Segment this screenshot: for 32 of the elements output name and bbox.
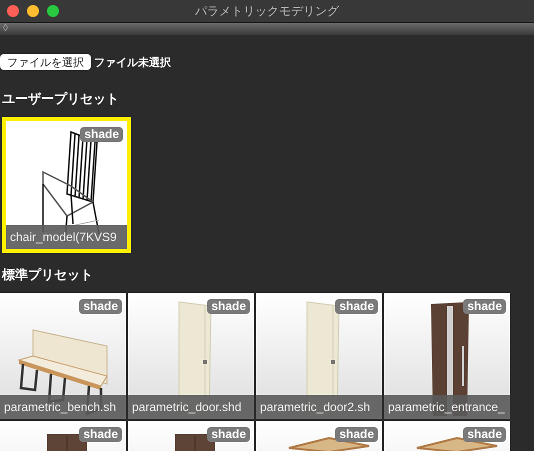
file-status: ファイル未選択 xyxy=(94,56,171,70)
shade-badge: shade xyxy=(335,427,378,442)
shade-badge: shade xyxy=(335,299,378,314)
preset-name: parametric_door.shd xyxy=(132,400,242,414)
diamond-icon[interactable]: ◊ xyxy=(3,24,8,34)
preset-tile[interactable]: shade xyxy=(256,421,382,451)
preset-tile[interactable]: shade parametric_entrance_ xyxy=(384,293,510,419)
shade-badge: shade xyxy=(207,427,250,442)
choose-file-button[interactable]: ファイルを選択 xyxy=(0,54,91,70)
section-heading: 標準プリセット xyxy=(2,266,94,284)
preset-tile[interactable]: shade parametric_door2.sh xyxy=(256,293,382,419)
shade-badge: shade xyxy=(79,299,122,314)
preset-tile[interactable]: shade parametric_door.shd xyxy=(128,293,254,419)
zoom-icon[interactable] xyxy=(47,5,59,17)
shade-badge: shade xyxy=(79,427,122,442)
preset-tile[interactable]: shade xyxy=(384,421,510,451)
shade-badge: shade xyxy=(207,299,250,314)
preset-tile[interactable]: shade xyxy=(0,421,126,451)
preset-tile[interactable]: shade xyxy=(128,421,254,451)
preset-tile[interactable]: shade parametric_bench.sh xyxy=(0,293,126,419)
preset-tile[interactable]: shade chair_model(7KVS9 xyxy=(2,117,131,253)
shade-badge: shade xyxy=(463,427,506,442)
shade-badge: shade xyxy=(80,127,123,142)
preset-name: parametric_entrance_ xyxy=(388,400,505,414)
preset-name: parametric_bench.sh xyxy=(4,400,116,414)
shade-badge: shade xyxy=(463,299,506,314)
section-heading: ユーザープリセット xyxy=(2,90,120,108)
minimize-icon[interactable] xyxy=(27,5,39,17)
window-title: パラメトリックモデリング xyxy=(195,2,339,20)
close-icon[interactable] xyxy=(7,5,19,17)
preset-name: chair_model(7KVS9 xyxy=(10,230,117,244)
preset-name: parametric_door2.sh xyxy=(260,400,370,414)
